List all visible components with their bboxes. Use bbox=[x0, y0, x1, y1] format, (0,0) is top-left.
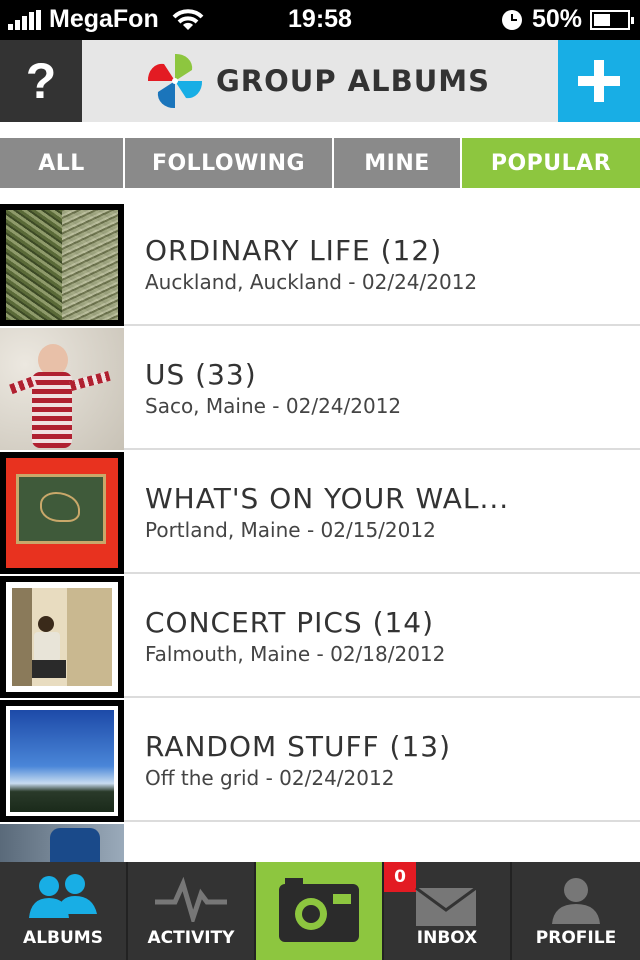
bottom-tab-bar: ALBUMS ACTIVITY 0 INBOX PROFILE bbox=[0, 862, 640, 960]
add-album-button[interactable] bbox=[558, 40, 640, 122]
status-bar: MegaFon 19:58 50% bbox=[0, 0, 640, 40]
albums-people-icon bbox=[29, 874, 97, 918]
album-thumbnail bbox=[0, 328, 124, 450]
album-title: ORDINARY LIFE (12) bbox=[145, 234, 443, 267]
app-header: ? GROUP ALBUMS bbox=[0, 40, 640, 122]
inbox-envelope-icon bbox=[415, 886, 477, 926]
pinwheel-logo-icon bbox=[147, 53, 203, 109]
album-thumbnail bbox=[0, 452, 124, 574]
help-button[interactable]: ? bbox=[0, 40, 82, 122]
tab-albums[interactable]: ALBUMS bbox=[0, 862, 128, 960]
brand: GROUP ALBUMS bbox=[146, 52, 490, 110]
clock-icon bbox=[501, 9, 522, 30]
album-row[interactable]: WHAT'S ON YOUR WAL... Portland, Maine - … bbox=[0, 450, 640, 574]
album-thumbnail bbox=[0, 576, 124, 698]
tab-mine[interactable]: MINE bbox=[334, 138, 462, 188]
album-title: US (33) bbox=[145, 358, 257, 391]
album-row[interactable]: CONCERT PICS (14) Falmouth, Maine - 02/1… bbox=[0, 574, 640, 698]
tab-profile[interactable]: PROFILE bbox=[512, 862, 640, 960]
camera-icon bbox=[279, 878, 359, 942]
tab-popular[interactable]: POPULAR bbox=[462, 138, 640, 188]
album-row[interactable]: ORDINARY LIFE (12) Auckland, Auckland - … bbox=[0, 202, 640, 326]
battery-percent: 50% bbox=[531, 5, 582, 33]
album-row[interactable]: RANDOM STUFF (13) Off the grid - 02/24/2… bbox=[0, 698, 640, 822]
album-subtitle: Saco, Maine - 02/24/2012 bbox=[145, 394, 402, 418]
page-title: GROUP ALBUMS bbox=[216, 64, 491, 98]
album-subtitle: Portland, Maine - 02/15/2012 bbox=[145, 518, 436, 542]
album-subtitle: Falmouth, Maine - 02/18/2012 bbox=[145, 642, 446, 666]
profile-person-icon bbox=[552, 878, 600, 924]
activity-pulse-icon bbox=[155, 876, 227, 922]
album-title: CONCERT PICS (14) bbox=[145, 606, 435, 639]
album-thumbnail bbox=[0, 204, 124, 326]
tab-activity-label: ACTIVITY bbox=[147, 928, 235, 948]
tab-inbox[interactable]: 0 INBOX bbox=[384, 862, 512, 960]
battery-icon bbox=[590, 9, 634, 30]
tab-all[interactable]: ALL bbox=[0, 138, 125, 188]
camera-button[interactable] bbox=[256, 862, 384, 960]
album-row[interactable]: US (33) Saco, Maine - 02/24/2012 bbox=[0, 326, 640, 450]
album-list: ORDINARY LIFE (12) Auckland, Auckland - … bbox=[0, 202, 640, 862]
tab-profile-label: PROFILE bbox=[535, 928, 617, 948]
album-subtitle: Auckland, Auckland - 02/24/2012 bbox=[145, 270, 478, 294]
status-right: 50% bbox=[501, 5, 634, 34]
album-thumbnail bbox=[0, 824, 124, 862]
tab-following[interactable]: FOLLOWING bbox=[125, 138, 334, 188]
inbox-badge: 0 bbox=[384, 862, 416, 892]
album-row[interactable] bbox=[0, 822, 640, 862]
filter-tabs: ALL FOLLOWING MINE POPULAR bbox=[0, 138, 640, 188]
album-title: RANDOM STUFF (13) bbox=[145, 730, 452, 763]
tab-albums-label: ALBUMS bbox=[23, 928, 103, 948]
tab-activity[interactable]: ACTIVITY bbox=[128, 862, 256, 960]
tab-inbox-label: INBOX bbox=[416, 928, 478, 948]
album-subtitle: Off the grid - 02/24/2012 bbox=[145, 766, 395, 790]
album-title: WHAT'S ON YOUR WAL... bbox=[145, 482, 510, 515]
album-thumbnail bbox=[0, 700, 124, 822]
